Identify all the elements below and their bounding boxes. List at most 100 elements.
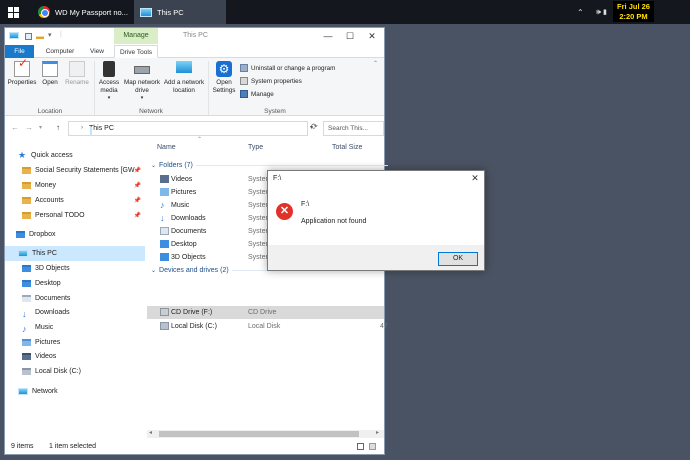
manage-label: Manage (251, 90, 274, 98)
file-row[interactable]: Local Disk (C:) Local Disk 47 (147, 320, 388, 333)
rename-button[interactable]: Rename (64, 61, 90, 87)
row-type: Local Disk (248, 322, 281, 330)
taskbar-app-chrome[interactable]: WD My Passport no... (32, 0, 132, 24)
back-arrow-icon[interactable]: ← (11, 123, 19, 132)
taskbar-app-label: WD My Passport no... (55, 7, 128, 17)
forward-arrow-icon[interactable]: → (25, 123, 33, 132)
videos-icon (22, 352, 31, 360)
folder-icon (22, 181, 31, 189)
recent-locations-icon[interactable]: ▾ (39, 124, 42, 131)
system-properties-button[interactable]: System properties (240, 77, 302, 85)
nav-pc-item[interactable]: Videos (5, 349, 145, 364)
dialog-title: F:\ (273, 175, 282, 182)
manage-button[interactable]: Manage (240, 90, 274, 98)
nav-pc-item[interactable]: Documents (5, 291, 145, 306)
3d-objects-icon (22, 264, 31, 272)
nav-pc-item[interactable]: 3D Objects (5, 261, 145, 276)
nav-pc-item[interactable]: ↓ Downloads (5, 305, 145, 320)
map-network-drive-button[interactable]: Map network drive ▾ (122, 61, 162, 103)
star-icon: ★ (18, 149, 27, 160)
pictures-icon (22, 338, 31, 346)
dialog-close-button[interactable]: ✕ (466, 172, 484, 185)
nav-pc-item[interactable]: Desktop (5, 276, 145, 291)
start-button[interactable] (0, 0, 26, 24)
large-icons-view-icon[interactable] (369, 443, 376, 450)
nav-pc-item[interactable]: Local Disk (C:) (5, 364, 145, 379)
quick-access-dropdown-icon[interactable]: ▾ (48, 31, 52, 39)
close-button[interactable]: ✕ (361, 28, 383, 44)
dropdown-arrow-icon: ▾ (140, 95, 144, 101)
taskbar-app-explorer[interactable]: This PC (134, 0, 226, 24)
tray-chevron-icon[interactable]: ⌃ (577, 0, 584, 24)
search-input[interactable]: Search This... (323, 121, 384, 136)
nav-pinned-item[interactable]: Money 📌 (5, 178, 145, 193)
file-row-selected[interactable]: CD Drive (F:) CD Drive (147, 306, 384, 319)
refresh-icon[interactable]: ⟳ (311, 122, 318, 131)
row-name: Music (171, 201, 190, 209)
nav-dropbox[interactable]: Dropbox (5, 227, 145, 242)
documents-icon (22, 294, 31, 302)
tab-computer[interactable]: Computer (40, 45, 80, 58)
tab-drive-tools[interactable]: Drive Tools (114, 45, 158, 58)
scroll-right-icon[interactable]: ▸ (376, 429, 379, 436)
minimize-button[interactable]: — (317, 28, 339, 44)
dropbox-icon (16, 230, 25, 238)
scroll-left-icon[interactable]: ◂ (149, 429, 152, 436)
ribbon: ✓ Properties Open Rename Location Access… (5, 57, 384, 116)
open-settings-button[interactable]: ⚙ Open Settings (210, 61, 238, 94)
nav-pc-item[interactable]: ♪ Music (5, 320, 145, 335)
nav-quick-access[interactable]: ★ Quick access (5, 148, 145, 163)
address-bar-row: ← → ▾ ↑ › This PC ▾ ⟳ Search This... (5, 120, 384, 137)
open-button[interactable]: Open (39, 61, 61, 87)
ok-button[interactable]: OK (438, 252, 478, 266)
quick-access-properties-icon[interactable] (25, 33, 32, 40)
nav-pinned-item[interactable]: Personal TODO 📌 (5, 208, 145, 223)
uninstall-program-button[interactable]: Uninstall or change a program (240, 64, 335, 72)
column-header-type[interactable]: Type (248, 140, 263, 156)
column-header-total-size[interactable]: Total Size (332, 140, 362, 156)
nav-label: Local Disk (C:) (35, 367, 81, 375)
nav-label: Network (32, 387, 58, 395)
window-pc-icon (9, 32, 19, 39)
access-media-button[interactable]: Access media ▾ (96, 61, 122, 103)
pin-icon: 📌 (133, 197, 141, 204)
nav-label: 3D Objects (35, 264, 70, 272)
pictures-icon (160, 188, 169, 197)
up-arrow-icon[interactable]: ↑ (56, 123, 60, 132)
horizontal-scrollbar[interactable]: ◂ ▸ (147, 430, 384, 438)
nav-network[interactable]: Network (5, 384, 145, 399)
volume-icon[interactable]: 🕪 (596, 0, 601, 24)
address-field[interactable]: › This PC ▾ (68, 121, 313, 136)
address-pc-icon (90, 127, 92, 136)
collapse-ribbon-icon[interactable]: ⌃ (373, 60, 378, 67)
details-view-icon[interactable] (357, 443, 364, 450)
properties-button[interactable]: ✓ Properties (7, 57, 37, 87)
row-name: Desktop (171, 240, 197, 248)
manage-context-tab[interactable]: Manage (114, 28, 158, 44)
error-icon: ✕ (276, 203, 293, 220)
network-bars-icon[interactable]: ▮ (603, 0, 607, 24)
nav-pinned-item[interactable]: Accounts 📌 (5, 193, 145, 208)
system-properties-label: System properties (251, 77, 302, 85)
nav-pc-item[interactable]: Pictures (5, 335, 145, 350)
tab-view[interactable]: View (85, 45, 109, 58)
status-bar: 9 items 1 item selected (5, 440, 384, 454)
network-location-icon (176, 61, 192, 73)
documents-icon (160, 227, 169, 236)
navigation-pane: ★ Quick access Social Security Statement… (5, 141, 145, 430)
collapse-chevron-icon: ⌄ (151, 268, 157, 274)
maximize-button[interactable]: ☐ (339, 28, 361, 44)
title-divider: | (60, 31, 62, 38)
add-network-location-button[interactable]: Add a network location (162, 61, 206, 94)
nav-this-pc[interactable]: This PC (5, 246, 145, 261)
taskbar-clock[interactable]: Fri Jul 26 2:20 PM (613, 1, 654, 22)
nav-pinned-item[interactable]: Social Security Statements [GW 📌 (5, 163, 145, 178)
ribbon-tabs: File Computer View Drive Tools (5, 45, 384, 58)
group-folders[interactable]: ⌄ Folders (7) (151, 162, 388, 169)
quick-access-folder-icon[interactable]: ▬ (36, 32, 44, 41)
scroll-thumb[interactable] (159, 431, 359, 437)
network-drive-icon (134, 66, 150, 74)
column-header-name[interactable]: Name (157, 140, 176, 156)
this-pc-icon (140, 7, 152, 17)
nav-label: Downloads (35, 308, 70, 316)
